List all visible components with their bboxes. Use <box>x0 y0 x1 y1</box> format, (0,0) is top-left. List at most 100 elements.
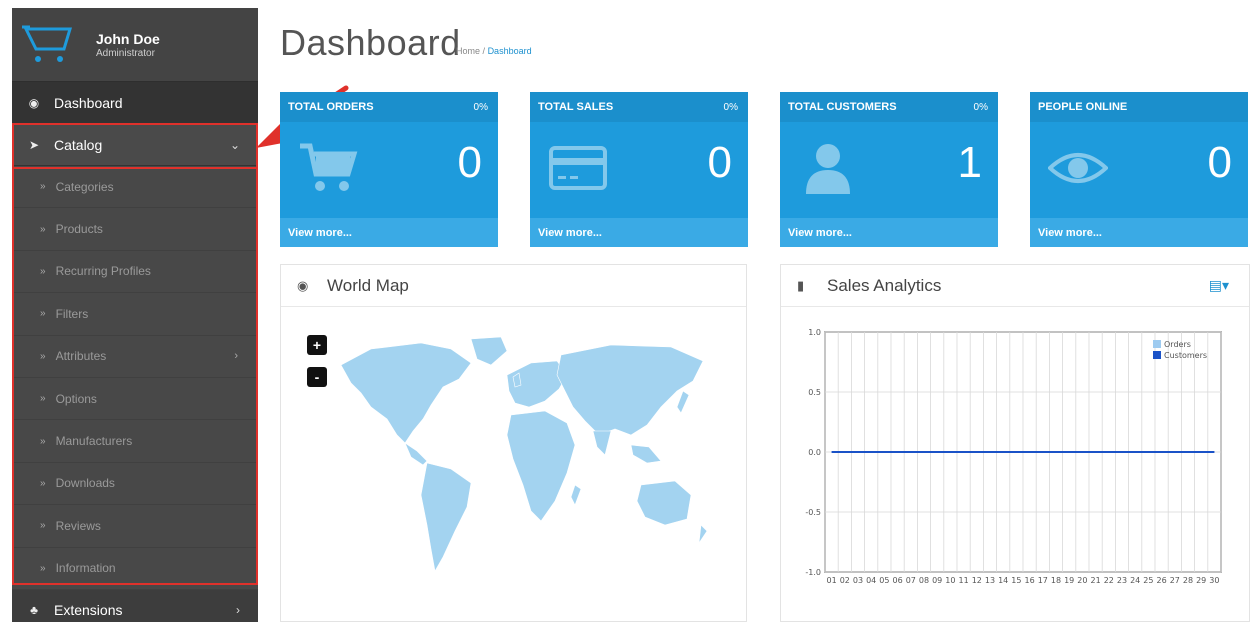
y-tick-label: 0.0 <box>808 448 821 457</box>
sidebar-subitem-label: Reviews <box>55 518 101 533</box>
x-tick-label: 13 <box>985 576 995 585</box>
breadcrumb: Home / Dashboard <box>456 46 532 56</box>
chevron-right-icon: › <box>234 350 238 363</box>
legend-swatch <box>1153 351 1161 359</box>
calendar-dropdown-icon[interactable]: ▤▾ <box>1209 277 1229 294</box>
main-content: Dashboard Home / Dashboard TOTAL ORDERS 0… <box>264 8 1256 622</box>
x-tick-label: 12 <box>972 576 982 585</box>
tile-total-customers: TOTAL CUSTOMERS 0% 1 View more... <box>780 92 998 247</box>
view-more-link[interactable]: View more... <box>530 218 748 247</box>
catalog-submenu: » Categories» Products» Recurring Profiles»… <box>12 166 258 590</box>
sidebar-subitem[interactable]: » Reviews <box>12 505 258 548</box>
sales-analytics-chart: 1.00.50.0-0.5-1.001 02 03 04 05 06 07 08 09 10 11 1… <box>805 328 1222 585</box>
credit-card-icon <box>549 146 607 190</box>
user-profile: John Doe Administrator <box>12 8 258 82</box>
page-title: Dashboard <box>280 22 461 63</box>
tile-title: TOTAL ORDERS <box>288 101 374 113</box>
sidebar-subitem[interactable]: » Filters <box>12 293 258 336</box>
panel-title: World Map <box>327 275 409 295</box>
sidebar-subitem[interactable]: » Manufacturers <box>12 420 258 463</box>
x-tick-label: 29 <box>1196 576 1206 585</box>
sidebar-subitem[interactable]: » Attributes › <box>12 335 258 378</box>
sidebar-subitem[interactable]: » Products <box>12 208 258 251</box>
y-tick-label: 1.0 <box>808 328 821 337</box>
x-tick-label: 18 <box>1051 576 1061 585</box>
breadcrumb-current[interactable]: Dashboard <box>488 46 532 56</box>
sidebar-item-dashboard[interactable]: ◉ Dashboard <box>12 82 258 124</box>
x-tick-label: 23 <box>1117 576 1127 585</box>
x-tick-label: 24 <box>1130 576 1140 585</box>
eye-icon <box>1048 153 1108 183</box>
x-tick-label: 25 <box>1143 576 1153 585</box>
bar-chart-icon: ▮ <box>797 277 805 293</box>
x-tick-label: 09 <box>932 576 942 585</box>
tile-percent: 0% <box>473 101 488 113</box>
sidebar-subitem-label: Downloads <box>55 476 115 491</box>
y-tick-label: -1.0 <box>805 568 821 577</box>
x-tick-label: 03 <box>853 576 863 585</box>
sidebar-subitem[interactable]: » Downloads <box>12 462 258 506</box>
tile-value: 0 <box>1207 138 1232 187</box>
x-tick-label: 27 <box>1170 576 1180 585</box>
sales-analytics-panel: ▮ Sales Analytics ▤▾ 1.0 0.5 0.0 -0.5 -1.0 01… <box>780 264 1250 622</box>
view-more-link[interactable]: View more... <box>1030 218 1248 247</box>
x-tick-label: 17 <box>1038 576 1048 585</box>
tile-value: 0 <box>457 138 482 187</box>
user-role: Administrator <box>96 47 155 59</box>
sidebar-subitem-label: Recurring Profiles <box>55 264 151 279</box>
sidebar-subitem[interactable]: » Categories <box>12 166 258 209</box>
puzzle-icon: ♣ <box>30 603 38 618</box>
double-chevron-right-icon: » <box>40 265 46 277</box>
x-tick-label: 16 <box>1025 576 1035 585</box>
tile-total-orders: TOTAL ORDERS 0% 0 View more... <box>280 92 498 247</box>
breadcrumb-home[interactable]: Home <box>456 46 480 56</box>
sidebar-item-label: Catalog <box>54 136 103 153</box>
x-tick-label: 22 <box>1104 576 1114 585</box>
tile-title: TOTAL CUSTOMERS <box>788 101 897 113</box>
world-map-panel: ◉ World Map + - <box>280 264 747 622</box>
sidebar: John Doe Administrator ◉ Dashboard ➤ Cat… <box>12 8 258 622</box>
x-tick-label: 07 <box>906 576 916 585</box>
x-tick-label: 30 <box>1209 576 1219 585</box>
tile-value: 1 <box>957 138 982 187</box>
chevron-right-icon: › <box>236 603 240 618</box>
tile-title: TOTAL SALES <box>538 101 614 113</box>
tile-percent: 0% <box>723 101 738 113</box>
view-more-link[interactable]: View more... <box>280 218 498 247</box>
double-chevron-right-icon: » <box>40 520 46 532</box>
sidebar-item-catalog[interactable]: ➤ Catalog ⌄ <box>12 124 258 166</box>
sidebar-subitem-label: Information <box>55 561 116 576</box>
x-tick-label: 05 <box>879 576 889 585</box>
double-chevron-right-icon: » <box>40 435 46 447</box>
sidebar-item-label: Dashboard <box>54 94 123 111</box>
world-map[interactable] <box>331 335 711 585</box>
tile-value: 0 <box>707 138 732 187</box>
view-more-link[interactable]: View more... <box>780 218 998 247</box>
double-chevron-right-icon: » <box>40 350 46 362</box>
double-chevron-right-icon: » <box>40 562 46 574</box>
cart-icon <box>300 143 358 191</box>
x-tick-label: 14 <box>998 576 1008 585</box>
x-tick-label: 28 <box>1183 576 1193 585</box>
sidebar-subitem-label: Options <box>55 391 97 406</box>
tile-total-sales: TOTAL SALES 0% 0 View more... <box>530 92 748 247</box>
sidebar-subitem[interactable]: » Information <box>12 547 258 590</box>
sidebar-subitem[interactable]: » Options <box>12 377 258 421</box>
zoom-out-button[interactable]: - <box>307 367 327 387</box>
sidebar-item-extensions[interactable]: ♣ Extensions › <box>12 589 258 622</box>
legend-swatch <box>1153 340 1161 348</box>
x-tick-label: 01 <box>827 576 837 585</box>
user-name: John Doe <box>96 30 160 47</box>
zoom-in-button[interactable]: + <box>307 335 327 355</box>
x-tick-label: 06 <box>893 576 903 585</box>
user-icon <box>806 144 850 194</box>
sidebar-subitem[interactable]: » Recurring Profiles <box>12 250 258 294</box>
chevron-down-icon: ⌄ <box>229 137 240 152</box>
sidebar-item-label: Extensions <box>54 602 123 619</box>
cart-logo-icon <box>22 23 78 67</box>
panel-title: Sales Analytics <box>827 275 942 295</box>
x-tick-label: 19 <box>1064 576 1074 585</box>
x-tick-label: 26 <box>1157 576 1167 585</box>
x-tick-label: 21 <box>1091 576 1101 585</box>
sidebar-subitem-label: Filters <box>55 306 89 321</box>
